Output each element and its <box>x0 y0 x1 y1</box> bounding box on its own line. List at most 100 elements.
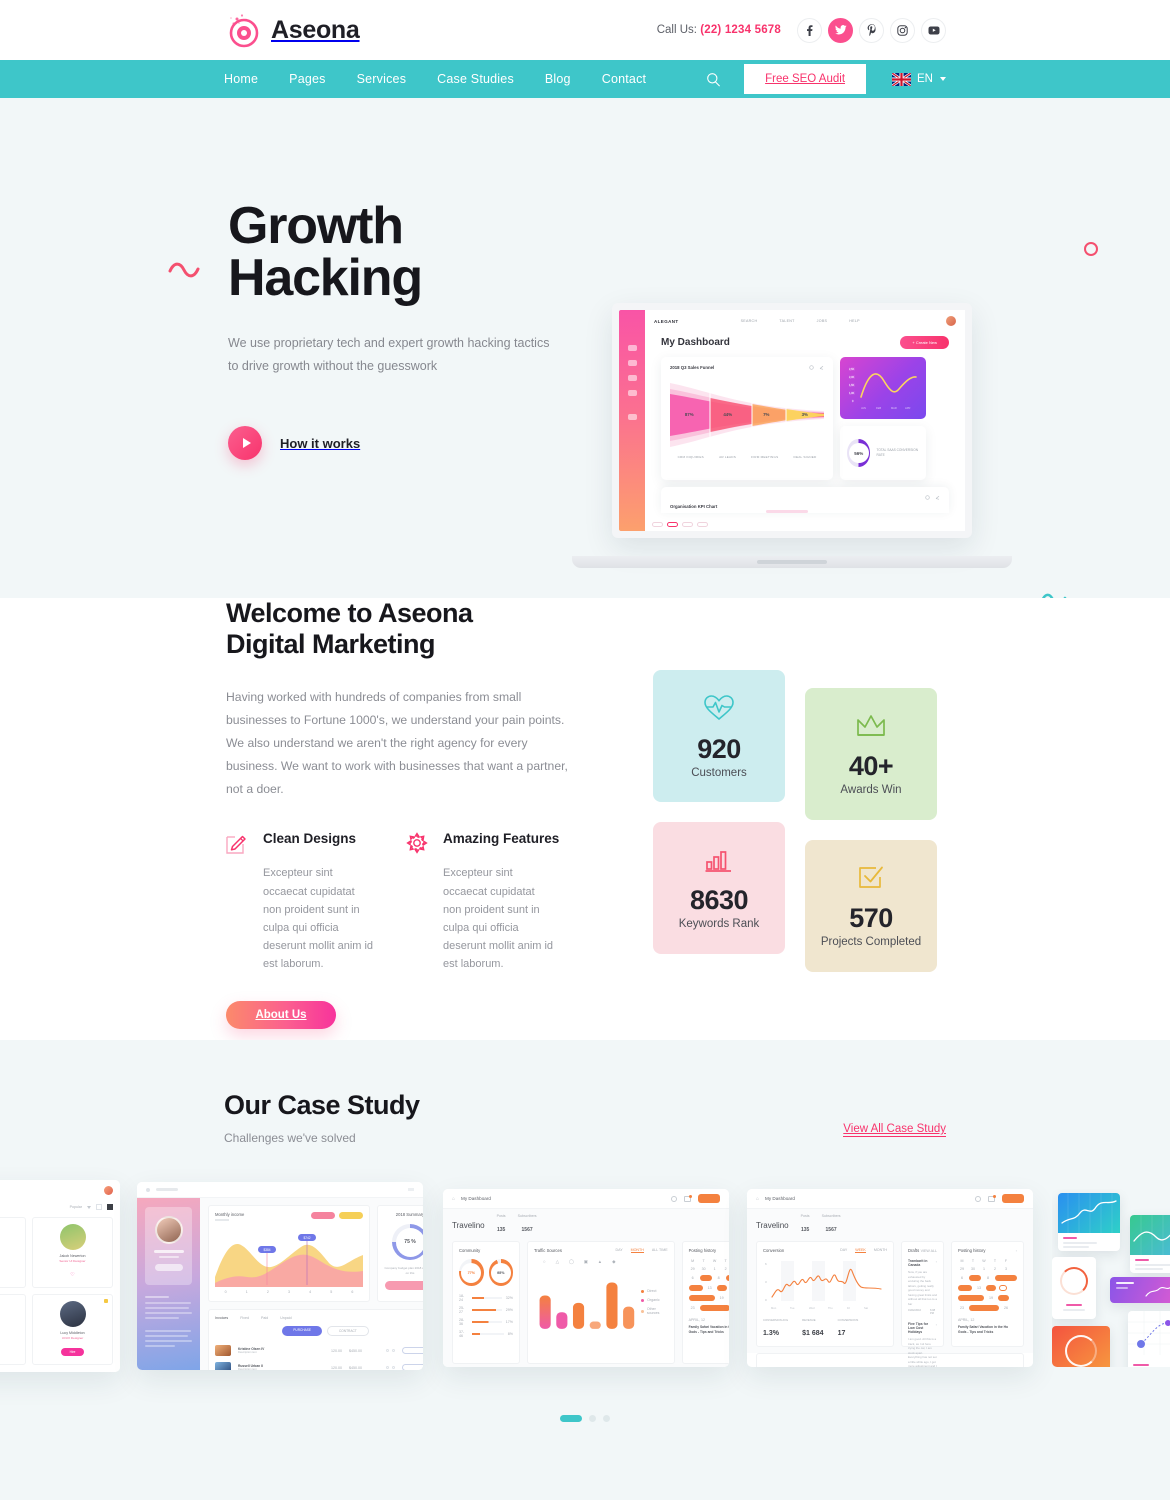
how-it-works-button[interactable]: How it works <box>228 426 588 461</box>
stat-label: Projects Completed <box>820 935 922 948</box>
donut-value: 56% <box>854 450 864 456</box>
carousel-dot-3[interactable] <box>603 1415 610 1422</box>
tab-all-time[interactable]: ALL TIME <box>652 1248 668 1253</box>
nav-item-case-studies[interactable]: Case Studies <box>437 72 514 86</box>
notifications-icon[interactable] <box>988 1194 996 1202</box>
donut-range-pills[interactable] <box>652 522 708 527</box>
popular-filter-label[interactable]: Popular <box>70 1205 82 1209</box>
community-card: Community 77% 95% 18-24 32% 25-27 29% 28… <box>452 1241 520 1364</box>
kpi-card-actions[interactable] <box>925 495 940 500</box>
row-action-button[interactable] <box>402 1347 423 1354</box>
tab-fixed[interactable]: Fixed <box>240 1316 249 1320</box>
table-row[interactable]: Russell Urban II Description text 120.00 … <box>215 1359 423 1370</box>
draft-title[interactable]: Five Tips for Low Cost Holidays <box>908 1322 936 1334</box>
list-item[interactable]: Jakob Newerton Senior UI Designer ♡ <box>32 1217 113 1288</box>
carousel-dot-1[interactable] <box>560 1415 582 1422</box>
create-new-button[interactable]: + Create New <box>900 336 949 349</box>
card-actions[interactable] <box>809 365 824 370</box>
tab-week[interactable]: WEEK <box>855 1248 866 1253</box>
case-study-card-people[interactable]: Popular Ryan Beckman Brand Sales Hire <box>0 1180 120 1372</box>
gear-icon[interactable] <box>975 1195 981 1202</box>
tab-month[interactable]: MONTH <box>874 1248 887 1253</box>
avatar[interactable] <box>946 316 956 326</box>
tab-month[interactable]: MONTH <box>630 1248 644 1253</box>
grid-view-icon[interactable] <box>96 1204 102 1210</box>
avatar[interactable] <box>104 1186 113 1195</box>
svg-text:Tue: Tue <box>790 1306 795 1310</box>
about-us-button[interactable]: About Us <box>226 1001 336 1030</box>
tab-paid[interactable]: Paid <box>261 1316 268 1320</box>
dashboard-menu-help[interactable]: HELP <box>849 319 860 323</box>
funnel-percentages: 87% 44% 7% 3% <box>670 377 824 452</box>
nav-item-contact[interactable]: Contact <box>602 72 646 86</box>
stats-grid: 920 Customers 40+ Awards Win 8630 Keywor… <box>653 670 943 980</box>
badge-icon <box>104 1299 108 1303</box>
case-study-carousel[interactable]: Popular Ryan Beckman Brand Sales Hire <box>0 1180 1170 1380</box>
list-view-icon[interactable] <box>107 1204 113 1210</box>
tab-invoices[interactable]: Invoices <box>215 1316 228 1320</box>
dashboard-topnav: ALEGANT SEARCH TALENT JOBS HELP <box>645 310 965 332</box>
case-study-card-conversion[interactable]: ⌂ My Dashboard Travelino Posts 135 Subscr… <box>747 1189 1033 1367</box>
nav-item-pages[interactable]: Pages <box>289 72 325 86</box>
hero-title-line-1: Growth <box>228 197 404 255</box>
search-icon[interactable] <box>690 60 736 98</box>
dashboard-menu-search[interactable]: SEARCH <box>741 319 758 323</box>
dashboard-menu-talent[interactable]: TALENT <box>779 319 794 323</box>
nav-item-services[interactable]: Services <box>357 72 407 86</box>
list-item[interactable]: Lucy Middleton UI/UX Designer Hire <box>32 1294 113 1365</box>
hire-button[interactable]: Hire <box>60 1348 85 1356</box>
line-chart-card: 2,5K 2,0K 1,5K 1,0K 0 JAN FEB MAR APR <box>840 357 926 419</box>
funnel-pct-4: 3% <box>801 412 808 417</box>
draft-title[interactable]: Trambarit in Canada <box>908 1259 936 1267</box>
hero-subtitle: We use proprietary tech and expert growt… <box>228 336 550 374</box>
carousel-dot-2[interactable] <box>589 1415 596 1422</box>
list-item[interactable]: Estella Baker CEO ♡ <box>0 1294 26 1365</box>
dashboard-menu-jobs[interactable]: JOBS <box>817 319 828 323</box>
feature-text: Excepteur sint occaecat cupidatat non pr… <box>263 867 374 971</box>
pencil-edit-icon <box>226 832 248 855</box>
free-seo-audit-button[interactable]: Free SEO Audit <box>744 64 867 94</box>
tab-day[interactable]: DAY <box>616 1248 623 1253</box>
row-action-button[interactable] <box>402 1364 423 1370</box>
row-status: $450.00 <box>349 1365 362 1370</box>
case-study-card-traffic[interactable]: ⌂ My Dashboard Travelino Posts 135 Subscr… <box>443 1189 729 1367</box>
facebook-icon[interactable] <box>797 17 822 43</box>
summary-cta-button[interactable] <box>385 1281 423 1290</box>
tab-day[interactable]: DAY <box>840 1248 847 1253</box>
call-us-number[interactable]: (22) 1234 5678 <box>700 24 781 36</box>
svg-text:1,0K: 1,0K <box>849 391 855 395</box>
carousel-dots[interactable] <box>0 1415 1170 1422</box>
laptop-screen: ALEGANT SEARCH TALENT JOBS HELP My Dashb… <box>619 310 965 531</box>
profile-button[interactable] <box>154 1264 183 1271</box>
notifications-icon[interactable] <box>684 1194 692 1202</box>
brand-name: Aseona <box>271 15 360 44</box>
card-title: Posting history <box>688 1248 717 1253</box>
social-icon: △ <box>555 1259 559 1264</box>
case-study-card-income[interactable]: Monthly income $384 $742 0 1 2 3 4 5 6 2… <box>137 1182 423 1370</box>
metric-label: CONVERSION AVG <box>763 1318 789 1322</box>
nav-item-home[interactable]: Home <box>224 72 258 86</box>
table-row[interactable]: Kristine Olsen IV Description text 120.00… <box>215 1342 423 1359</box>
youtube-icon[interactable] <box>921 17 946 43</box>
gear-icon[interactable] <box>671 1195 677 1202</box>
traffic-sources-card: Traffic Sources DAY MONTH ALL TIME ○ △ ◯… <box>527 1241 675 1364</box>
like-icon[interactable]: ♡ <box>70 1272 74 1278</box>
brand-logo[interactable]: Aseona <box>224 11 360 49</box>
primary-action-button[interactable] <box>698 1194 720 1203</box>
list-item[interactable]: Ryan Beckman Brand Sales Hire <box>0 1217 26 1288</box>
toggle-contract[interactable]: CONTRACT <box>327 1326 369 1336</box>
primary-action-button[interactable] <box>1002 1194 1024 1203</box>
toggle-purchase[interactable]: PURCHASE <box>282 1326 322 1336</box>
home-icon[interactable]: ⌂ <box>756 1196 759 1202</box>
instagram-icon[interactable] <box>890 17 915 43</box>
pinterest-icon[interactable] <box>859 17 884 43</box>
view-all-case-study-link[interactable]: View All Case Study <box>843 1123 946 1137</box>
tab-unpaid[interactable]: Unpaid <box>280 1316 291 1320</box>
case-study-card-uikit[interactable] <box>1052 1189 1170 1367</box>
twitter-icon[interactable] <box>828 17 853 43</box>
language-selector[interactable]: EN <box>892 72 946 86</box>
nav-item-blog[interactable]: Blog <box>545 72 571 86</box>
svg-text:Mon: Mon <box>771 1306 777 1310</box>
home-icon[interactable]: ⌂ <box>452 1196 455 1202</box>
svg-text:Thu: Thu <box>828 1306 833 1310</box>
